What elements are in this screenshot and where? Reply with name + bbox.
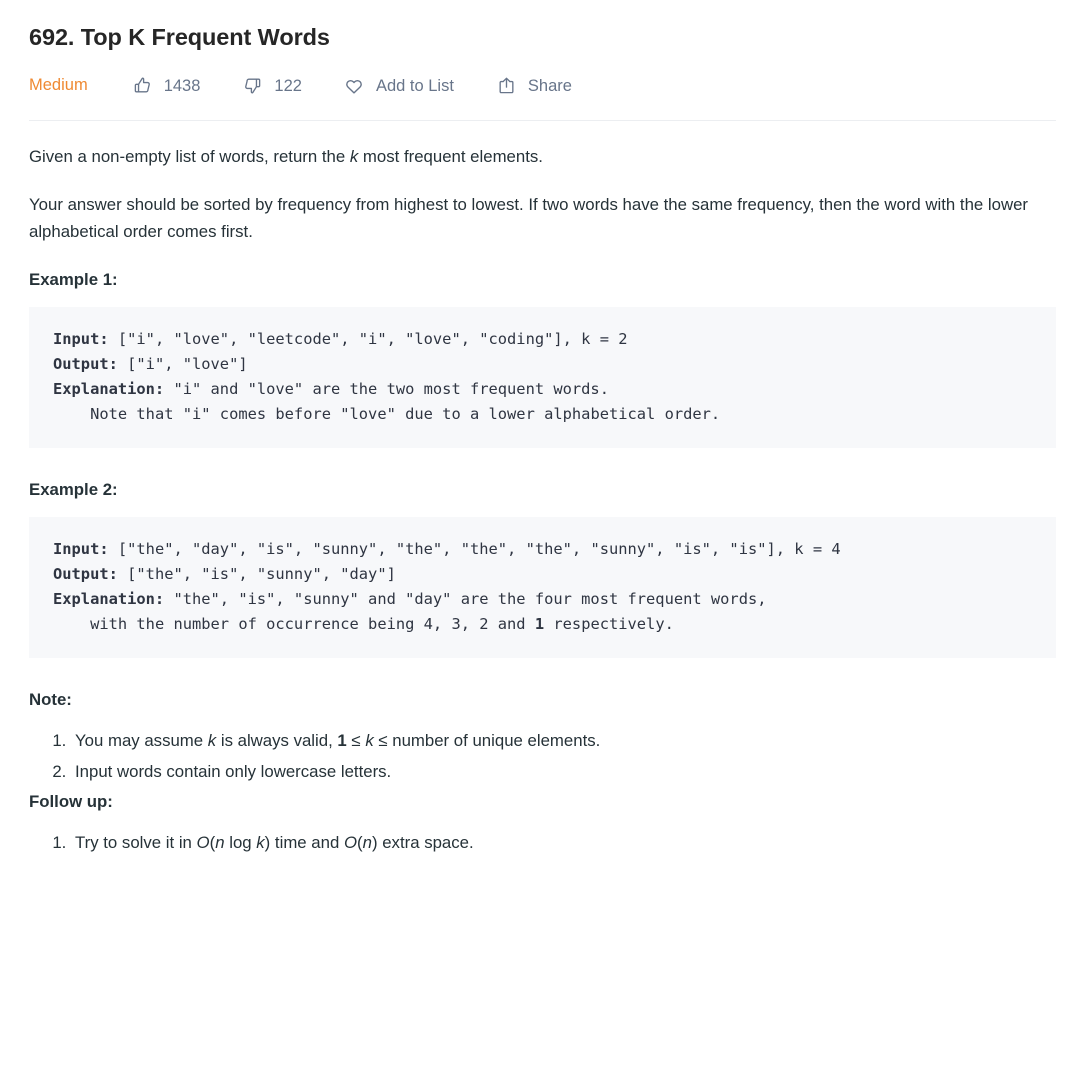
note-list: You may assume k is always valid, 1 ≤ k …: [29, 727, 1056, 785]
description-p1-post: most frequent elements.: [358, 146, 543, 166]
dislike-button[interactable]: 122: [242, 75, 302, 96]
thumbs-up-icon: [132, 75, 153, 96]
note-item1-le-1: ≤: [346, 731, 366, 751]
follow-up-list: Try to solve it in O(n log k) time and O…: [29, 829, 1056, 857]
description-paragraph-2: Your answer should be sorted by frequenc…: [29, 194, 1029, 241]
description-paragraph-1: Given a non-empty list of words, return …: [29, 143, 1056, 170]
follow-up-k: k: [256, 833, 265, 853]
note-item1-mid: is always valid,: [216, 731, 338, 751]
heart-icon: [344, 75, 365, 96]
note-item1-variable: k: [207, 731, 217, 751]
page-title: 692. Top K Frequent Words: [29, 24, 330, 50]
example-1-heading: Example 1:: [29, 270, 118, 290]
description-p1-variable: k: [349, 146, 359, 166]
problem-page: 692. Top K Frequent Words Medium 1438 12…: [0, 0, 1088, 879]
follow-up-item1-post: extra space.: [377, 833, 474, 853]
follow-up-n-1: n: [215, 833, 225, 853]
like-button[interactable]: 1438: [132, 75, 201, 96]
follow-up-big-o-1: O: [196, 833, 210, 853]
share-icon: [496, 75, 517, 96]
dislike-count: 122: [274, 77, 302, 96]
example-2-output-value: ["the", "is", "sunny", "day"]: [117, 565, 396, 584]
note-item1-bold-one: 1: [337, 731, 347, 751]
thumbs-down-icon: [242, 75, 263, 96]
like-count: 1438: [163, 77, 201, 96]
follow-up-item1-mid: time and: [270, 833, 344, 853]
problem-action-bar: Medium 1438 122 Add to List Share: [29, 71, 1056, 101]
example-1-output-value: ["i", "love"]: [117, 355, 248, 374]
problem-content: Given a non-empty list of words, return …: [29, 143, 1056, 858]
note-list-item-1: You may assume k is always valid, 1 ≤ k …: [71, 727, 1056, 755]
example-2-explanation-label: Explanation:: [53, 590, 165, 609]
follow-up-heading: Follow up:: [29, 791, 113, 811]
note-list-item-2: Input words contain only lowercase lette…: [71, 758, 1056, 786]
header-divider: [29, 119, 1056, 121]
note-item1-pre: You may assume: [75, 731, 208, 751]
example-2-explanation-post: respectively.: [544, 615, 674, 634]
example-1-input-label: Input:: [53, 330, 109, 349]
example-1-input-value: ["i", "love", "leetcode", "i", "love", "…: [108, 330, 628, 349]
example-2-explanation-bold: 1: [534, 615, 545, 634]
example-2-input-value: ["the", "day", "is", "sunny", "the", "th…: [108, 540, 841, 559]
difficulty-badge: Medium: [29, 76, 88, 95]
description-p1-pre: Given a non-empty list of words, return …: [29, 146, 350, 166]
example-2-code-block: Input: ["the", "day", "is", "sunny", "th…: [29, 517, 1056, 659]
add-to-list-label: Add to List: [375, 77, 454, 96]
example-2-heading: Example 2:: [29, 480, 118, 500]
example-2-output-label: Output:: [53, 565, 118, 584]
note-item1-le-2: ≤: [373, 731, 393, 751]
example-2-input-label: Input:: [53, 540, 109, 559]
follow-up-log: log: [224, 833, 257, 853]
example-1-code-block: Input: ["i", "love", "leetcode", "i", "l…: [29, 307, 1056, 449]
example-1-explanation-label: Explanation:: [53, 380, 165, 399]
note-heading: Note:: [29, 690, 72, 710]
follow-up-list-item-1: Try to solve it in O(n log k) time and O…: [71, 829, 1056, 857]
follow-up-n-2: n: [362, 833, 372, 853]
follow-up-item1-pre: Try to solve it in: [75, 833, 197, 853]
follow-up-big-o-2: O: [343, 833, 358, 853]
note-item1-variable-2: k: [365, 731, 374, 751]
share-button[interactable]: Share: [496, 75, 572, 96]
example-1-output-label: Output:: [53, 355, 118, 374]
share-label: Share: [527, 77, 572, 96]
add-to-list-button[interactable]: Add to List: [344, 75, 454, 96]
note-item1-post: number of unique elements.: [392, 731, 601, 751]
